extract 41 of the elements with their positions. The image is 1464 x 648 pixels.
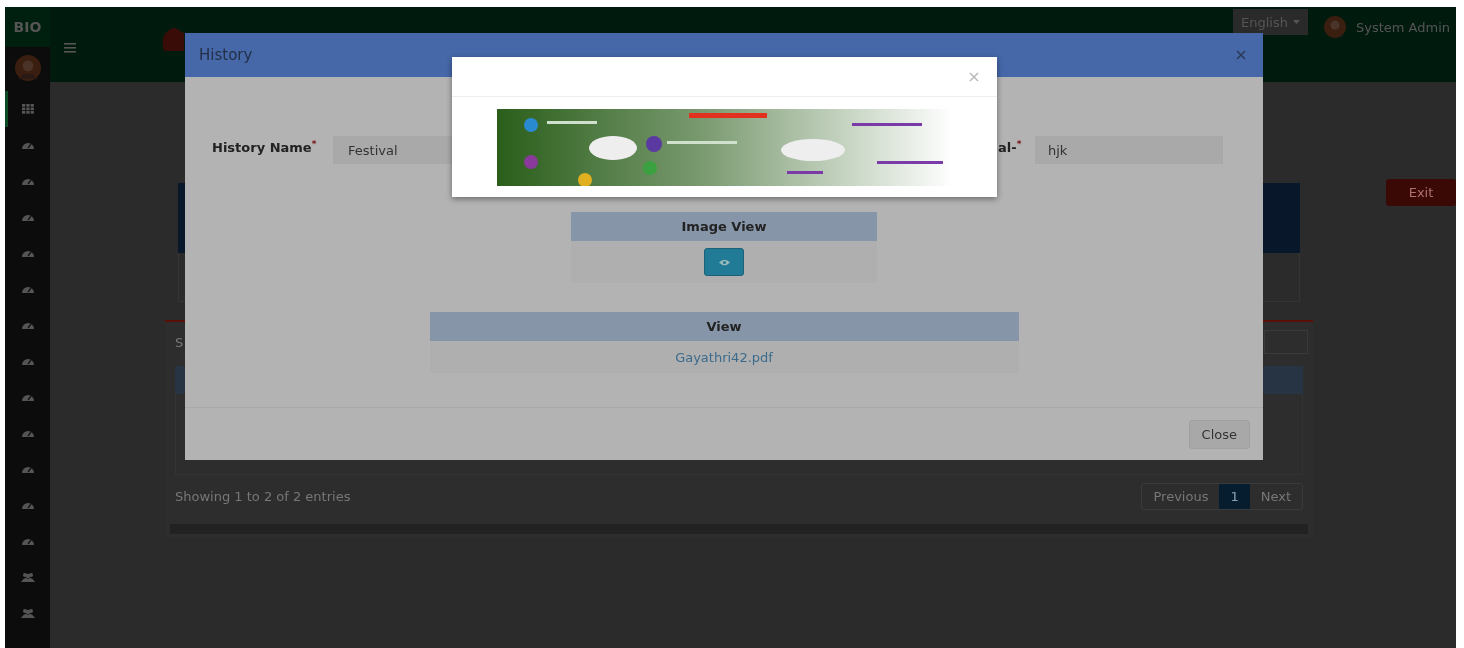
- gauge-icon: [20, 536, 35, 546]
- gauge-icon: [20, 464, 35, 474]
- entries-info: Showing 1 to 2 of 2 entries: [175, 489, 351, 504]
- show-label: S: [175, 334, 184, 350]
- users-icon: [20, 572, 35, 582]
- grid-icon: [21, 104, 34, 114]
- brand-logo[interactable]: BIO: [5, 7, 50, 47]
- field-label: al-$^{*}$: [997, 139, 1023, 156]
- column-header: Image View: [571, 212, 877, 241]
- exit-button[interactable]: Exit: [1386, 179, 1456, 206]
- file-link[interactable]: Gayathri42.pdf: [675, 349, 773, 365]
- logo-icon: [160, 25, 184, 51]
- dialog-title: History: [199, 46, 253, 64]
- gauge-icon: [20, 176, 35, 186]
- text-field[interactable]: hjk: [1035, 136, 1223, 164]
- gauge-icon: [20, 320, 35, 330]
- page-button[interactable]: Next: [1249, 484, 1302, 509]
- field-label: History Name$^{*}$: [212, 139, 318, 156]
- close-icon[interactable]: [969, 71, 979, 82]
- gauge-icon: [20, 500, 35, 510]
- gauge-icon: [20, 392, 35, 402]
- caret-icon: [1292, 20, 1300, 24]
- gauge-icon: [20, 284, 35, 294]
- avatar-icon: [14, 55, 41, 81]
- page-button[interactable]: 1: [1219, 484, 1250, 509]
- column-header: View: [429, 312, 1019, 341]
- gauge-icon: [20, 428, 35, 438]
- gauge-icon: [20, 212, 35, 222]
- view-image-button[interactable]: [704, 248, 744, 276]
- page-button[interactable]: Previous: [1142, 484, 1220, 509]
- gauge-icon: [20, 140, 35, 150]
- close-button[interactable]: Close: [1188, 419, 1250, 449]
- user-name[interactable]: System Admin: [1355, 20, 1450, 35]
- search-field[interactable]: [1264, 330, 1308, 354]
- gauge-icon: [20, 356, 35, 366]
- menu-icon[interactable]: [64, 43, 76, 53]
- gauge-icon: [20, 248, 35, 258]
- eye-icon: [718, 258, 730, 266]
- user-avatar-icon: [1323, 16, 1346, 38]
- close-icon[interactable]: [1236, 50, 1246, 60]
- users-icon: [20, 608, 35, 618]
